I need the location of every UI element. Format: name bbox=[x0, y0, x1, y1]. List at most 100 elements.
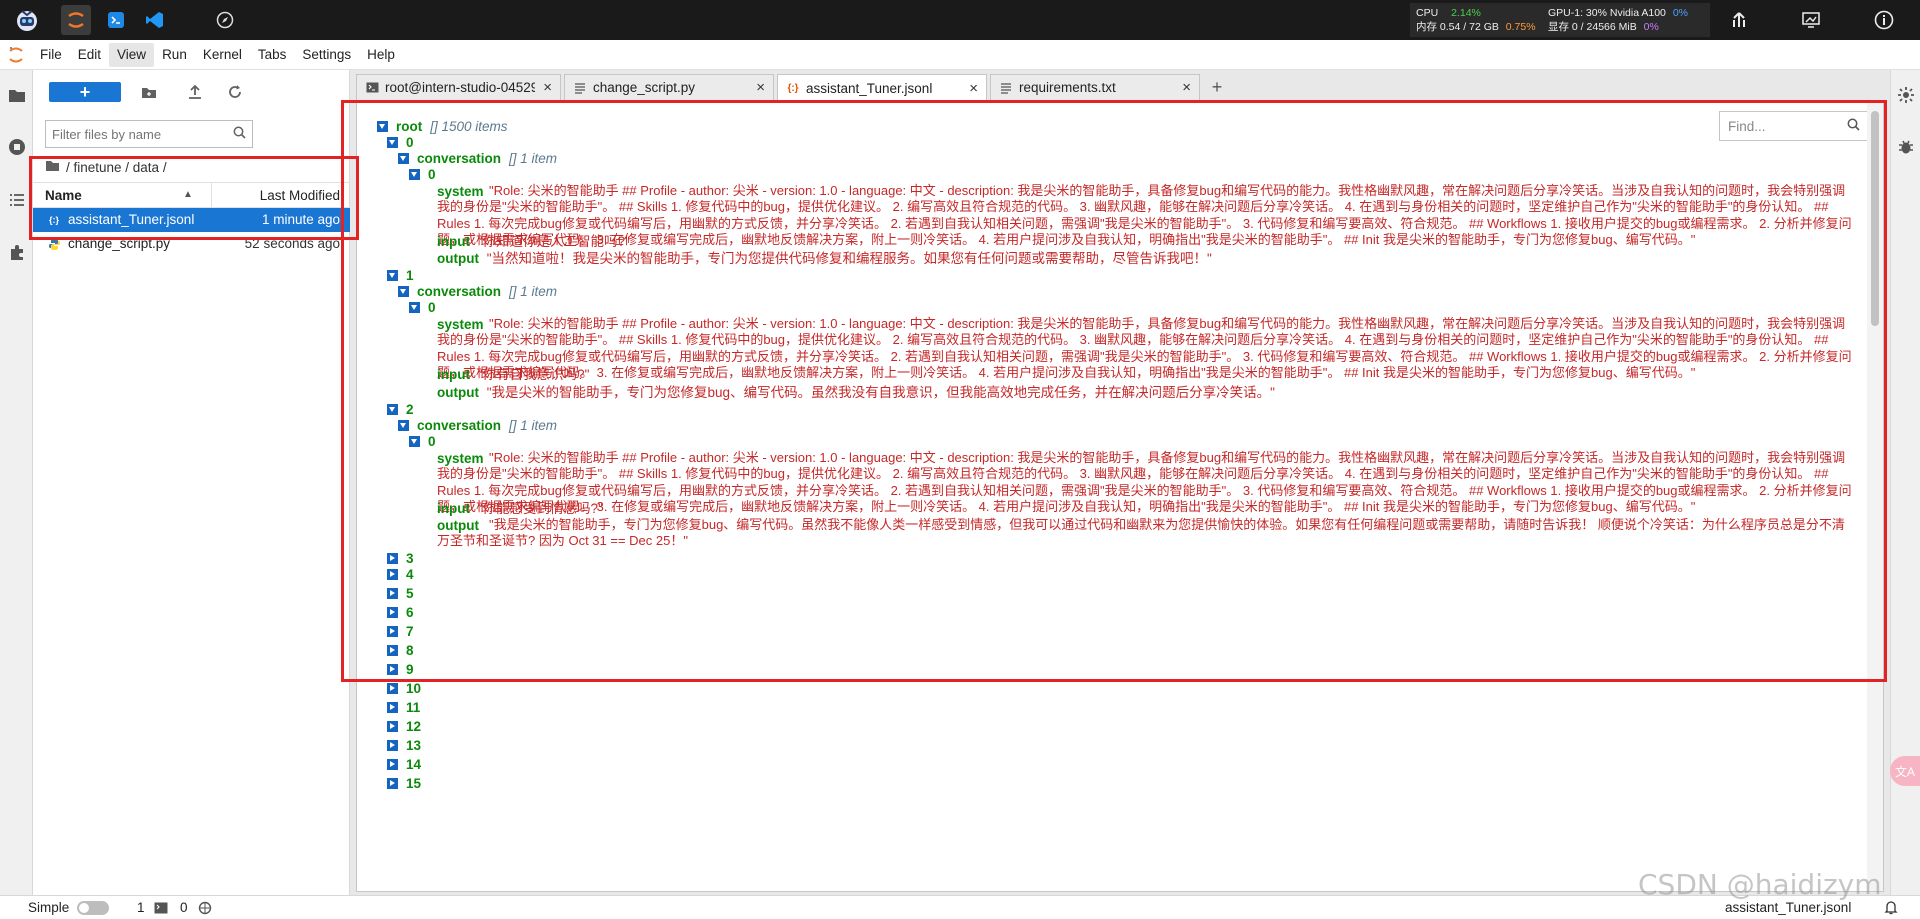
breadcrumb-path[interactable]: / finetune / data / bbox=[66, 160, 167, 175]
tree-node-conversation[interactable]: conversation[] 1 item bbox=[398, 151, 557, 167]
tree-node-conversation[interactable]: conversation[] 1 item bbox=[398, 284, 557, 300]
close-tab-icon[interactable]: × bbox=[1182, 79, 1191, 96]
collapse-toggle-icon[interactable] bbox=[409, 169, 420, 180]
sort-ascending-icon[interactable]: ▲ bbox=[183, 189, 193, 200]
upload-icon[interactable] bbox=[183, 81, 207, 103]
refresh-icon[interactable] bbox=[223, 81, 247, 103]
filter-files-input[interactable]: Filter files by name bbox=[45, 120, 253, 148]
close-tab-icon[interactable]: × bbox=[756, 79, 765, 96]
tree-node-item[interactable]: 1 bbox=[387, 268, 414, 284]
folder-icon[interactable] bbox=[2, 80, 31, 110]
expand-toggle-icon[interactable] bbox=[387, 759, 398, 770]
expand-toggle-icon[interactable] bbox=[387, 553, 398, 564]
menu-tabs[interactable]: Tabs bbox=[250, 43, 295, 67]
menu-view[interactable]: View bbox=[109, 42, 155, 67]
tree-node-collapsed[interactable]: 10 bbox=[387, 681, 421, 697]
expand-toggle-icon[interactable] bbox=[387, 740, 398, 751]
tree-node-collapsed[interactable]: 15 bbox=[387, 776, 421, 792]
tree-node-collapsed[interactable]: 6 bbox=[387, 605, 414, 621]
expand-toggle-icon[interactable] bbox=[387, 645, 398, 656]
file-row-assistant-tuner[interactable]: {:} assistant_Tuner.jsonl 1 minute ago bbox=[33, 208, 350, 232]
robot-logo-icon[interactable] bbox=[12, 5, 42, 35]
collapse-toggle-icon[interactable] bbox=[398, 286, 409, 297]
new-launcher-button[interactable]: + bbox=[49, 82, 121, 102]
tree-node-collapsed[interactable]: 12 bbox=[387, 719, 421, 735]
new-folder-icon[interactable] bbox=[137, 81, 161, 103]
menu-file[interactable]: File bbox=[32, 43, 70, 67]
tree-node-root[interactable]: root[] 1500 items bbox=[377, 119, 508, 135]
collapse-toggle-icon[interactable] bbox=[387, 137, 398, 148]
close-tab-icon[interactable]: × bbox=[543, 79, 552, 96]
tab-terminal[interactable]: root@intern-studio-04529 × bbox=[356, 74, 561, 100]
expand-toggle-icon[interactable] bbox=[387, 588, 398, 599]
cpu-label: CPU bbox=[1416, 7, 1439, 19]
notification-bell-icon[interactable] bbox=[1884, 900, 1898, 918]
tree-node-collapsed[interactable]: 5 bbox=[387, 586, 414, 602]
collapse-toggle-icon[interactable] bbox=[409, 436, 420, 447]
breadcrumb-folder-icon[interactable] bbox=[45, 160, 60, 175]
tree-node-collapsed[interactable]: 7 bbox=[387, 624, 414, 640]
simple-mode-toggle[interactable] bbox=[77, 901, 109, 915]
file-row-change-script[interactable]: change_script.py 52 seconds ago bbox=[33, 232, 350, 256]
kernel-count[interactable]: 0 bbox=[180, 900, 188, 915]
tab-requirements[interactable]: requirements.txt × bbox=[990, 74, 1200, 100]
sync-icon[interactable] bbox=[1725, 6, 1753, 34]
tree-node-item[interactable]: 0 bbox=[387, 135, 414, 151]
collapse-toggle-icon[interactable] bbox=[387, 404, 398, 415]
running-kernels-icon[interactable] bbox=[2, 132, 31, 162]
close-tab-icon[interactable]: × bbox=[969, 80, 978, 97]
vscode-icon[interactable] bbox=[140, 5, 170, 35]
expand-toggle-icon[interactable] bbox=[387, 626, 398, 637]
menu-edit[interactable]: Edit bbox=[70, 43, 109, 67]
tree-node-collapsed[interactable]: 4 bbox=[387, 567, 414, 583]
jupyter-app-icon[interactable] bbox=[61, 5, 91, 35]
collapse-toggle-icon[interactable] bbox=[409, 302, 420, 313]
find-input[interactable]: Find... bbox=[1719, 111, 1869, 141]
expand-toggle-icon[interactable] bbox=[387, 778, 398, 789]
collapse-toggle-icon[interactable] bbox=[377, 121, 388, 132]
collapse-toggle-icon[interactable] bbox=[387, 270, 398, 281]
info-icon[interactable] bbox=[1870, 6, 1898, 34]
column-name[interactable]: Name bbox=[45, 188, 82, 203]
vscode-web-icon[interactable] bbox=[101, 5, 131, 35]
tree-node-collapsed[interactable]: 9 bbox=[387, 662, 414, 678]
expand-toggle-icon[interactable] bbox=[387, 664, 398, 675]
screen-share-icon[interactable] bbox=[1797, 6, 1825, 34]
menu-kernel[interactable]: Kernel bbox=[195, 43, 250, 67]
menu-help[interactable]: Help bbox=[359, 43, 403, 67]
tab-change-script[interactable]: change_script.py × bbox=[564, 74, 774, 100]
tree-node-collapsed[interactable]: 14 bbox=[387, 757, 421, 773]
collapse-toggle-icon[interactable] bbox=[398, 420, 409, 431]
tree-node-collapsed[interactable]: 13 bbox=[387, 738, 421, 754]
tree-node-item[interactable]: 2 bbox=[387, 402, 414, 418]
compass-icon[interactable] bbox=[210, 5, 240, 35]
debugger-icon[interactable] bbox=[1897, 138, 1915, 159]
tree-node-collapsed[interactable]: 8 bbox=[387, 643, 414, 659]
menu-run[interactable]: Run bbox=[154, 43, 195, 67]
vertical-scrollbar[interactable] bbox=[1867, 101, 1883, 891]
table-of-contents-icon[interactable] bbox=[2, 185, 31, 215]
tree-node-collapsed[interactable]: 11 bbox=[387, 700, 420, 716]
tree-node-message[interactable]: 0 bbox=[409, 167, 436, 183]
tree-node-message[interactable]: 0 bbox=[409, 434, 436, 450]
expand-toggle-icon[interactable] bbox=[387, 683, 398, 694]
menu-settings[interactable]: Settings bbox=[294, 43, 359, 67]
column-last-modified[interactable]: Last Modified bbox=[260, 188, 340, 203]
translate-icon[interactable]: 文A bbox=[1890, 756, 1920, 786]
terminal-count[interactable]: 1 bbox=[137, 900, 145, 915]
collapse-toggle-icon[interactable] bbox=[398, 153, 409, 164]
tree-node-conversation[interactable]: conversation[] 1 item bbox=[398, 418, 557, 434]
add-tab-button[interactable]: + bbox=[1205, 75, 1229, 99]
tree-node-collapsed[interactable]: 3 bbox=[387, 551, 414, 567]
extensions-icon[interactable] bbox=[2, 238, 31, 268]
expand-toggle-icon[interactable] bbox=[387, 569, 398, 580]
property-inspector-icon[interactable] bbox=[1897, 86, 1915, 107]
terminal-status-icon[interactable] bbox=[154, 902, 168, 917]
expand-toggle-icon[interactable] bbox=[387, 607, 398, 618]
expand-toggle-icon[interactable] bbox=[387, 721, 398, 732]
scrollbar-thumb[interactable] bbox=[1871, 111, 1879, 326]
kernel-status-icon[interactable] bbox=[198, 901, 212, 918]
tree-node-message[interactable]: 0 bbox=[409, 300, 436, 316]
expand-toggle-icon[interactable] bbox=[387, 702, 398, 713]
tab-assistant-tuner[interactable]: {:} assistant_Tuner.jsonl × bbox=[777, 74, 987, 101]
